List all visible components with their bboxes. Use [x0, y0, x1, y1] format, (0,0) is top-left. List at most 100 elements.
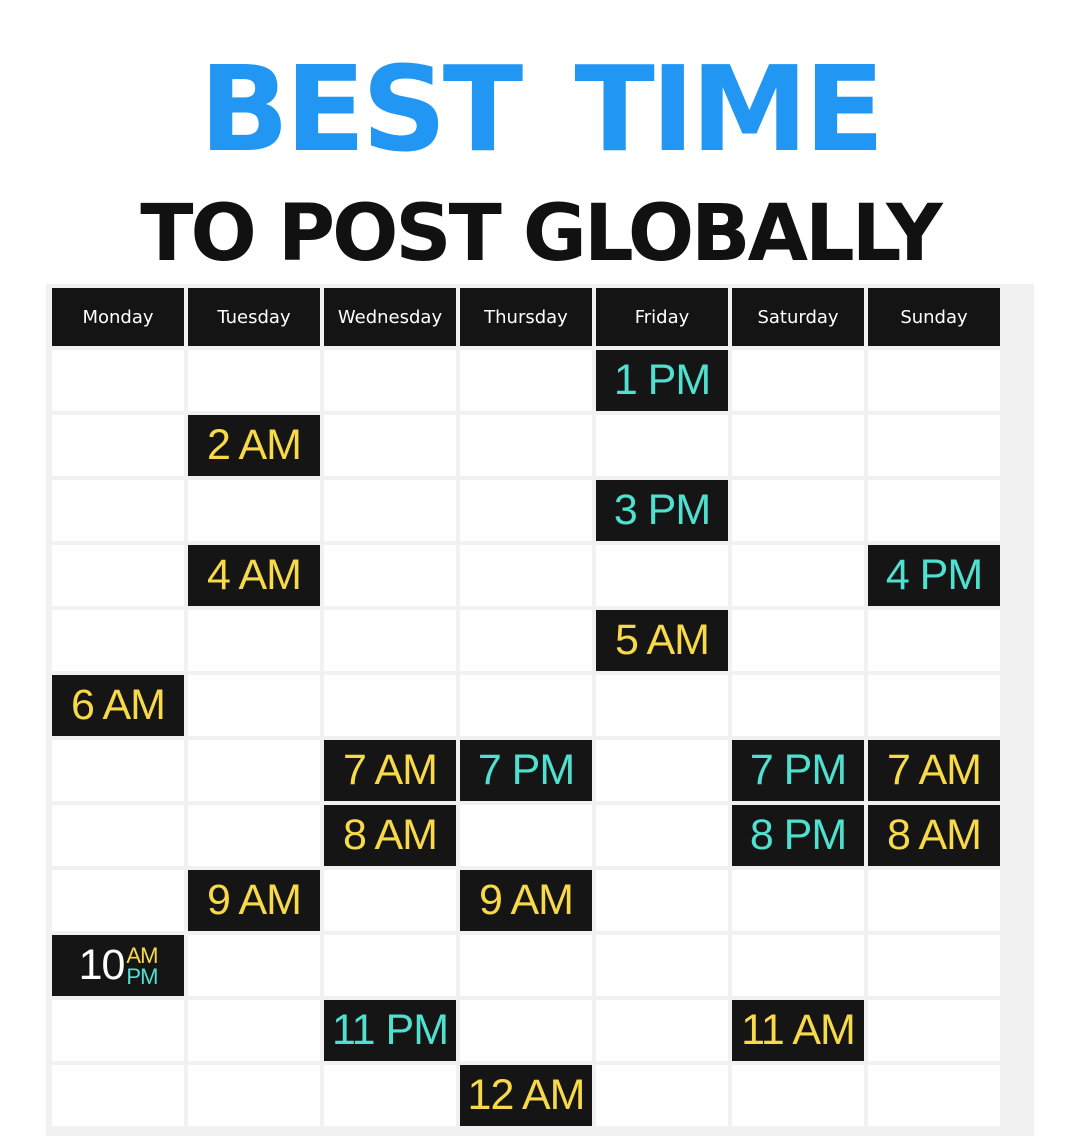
- empty-cell: [188, 935, 320, 996]
- empty-cell: [460, 805, 592, 866]
- time-slot-label: 9 AM: [479, 876, 574, 924]
- empty-cell: [52, 545, 184, 606]
- time-slot-cell: 9 AM: [188, 870, 320, 931]
- empty-cell: [732, 610, 864, 671]
- empty-cell: [188, 610, 320, 671]
- empty-cell: [188, 805, 320, 866]
- empty-cell: [732, 935, 864, 996]
- empty-cell: [324, 415, 456, 476]
- empty-cell: [596, 805, 728, 866]
- empty-cell: [596, 1065, 728, 1126]
- empty-cell: [52, 870, 184, 931]
- empty-cell: [460, 545, 592, 606]
- empty-cell: [868, 1065, 1000, 1126]
- time-slot-cell: 7 AM: [324, 740, 456, 801]
- schedule-grid: Monday Tuesday Wednesday Thursday Friday…: [52, 288, 1000, 1126]
- time-slot-label: 9 AM: [207, 876, 302, 924]
- empty-cell: [732, 350, 864, 411]
- header-wednesday: Wednesday: [324, 288, 456, 346]
- header-sunday: Sunday: [868, 288, 1000, 346]
- empty-cell: [596, 415, 728, 476]
- time-slot-label: 11 PM: [331, 1006, 449, 1054]
- empty-cell: [52, 610, 184, 671]
- time-slot-cell: 6 AM: [52, 675, 184, 736]
- empty-cell: [460, 1000, 592, 1061]
- empty-cell: [732, 675, 864, 736]
- empty-cell: [868, 610, 1000, 671]
- empty-cell: [52, 350, 184, 411]
- time-slot-cell: 10 AM PM: [52, 935, 184, 996]
- header-saturday: Saturday: [732, 288, 864, 346]
- empty-cell: [460, 610, 592, 671]
- empty-cell: [596, 935, 728, 996]
- time-slot-label: 7 AM: [343, 746, 438, 794]
- empty-cell: [324, 1065, 456, 1126]
- time-slot-label-am-pm: 10 AM PM: [78, 941, 159, 989]
- time-slot-label: 4 AM: [207, 551, 302, 599]
- empty-cell: [732, 415, 864, 476]
- empty-cell: [460, 350, 592, 411]
- time-slot-cell: 1 PM: [596, 350, 728, 411]
- time-slot-label: 7 PM: [477, 746, 575, 794]
- time-slot-label: 1 PM: [613, 356, 711, 404]
- empty-cell: [868, 1000, 1000, 1061]
- empty-cell: [596, 870, 728, 931]
- empty-cell: [868, 935, 1000, 996]
- empty-cell: [460, 480, 592, 541]
- header-friday: Friday: [596, 288, 728, 346]
- empty-cell: [460, 415, 592, 476]
- empty-cell: [324, 870, 456, 931]
- empty-cell: [460, 935, 592, 996]
- time-slot-label: 2 AM: [207, 421, 302, 469]
- am-pm-stack: AM PM: [126, 942, 158, 987]
- time-slot-cell: 3 PM: [596, 480, 728, 541]
- time-slot-label: 12 AM: [467, 1071, 586, 1119]
- empty-cell: [52, 1065, 184, 1126]
- empty-cell: [324, 675, 456, 736]
- time-slot-label: 3 PM: [613, 486, 711, 534]
- empty-cell: [460, 675, 592, 736]
- time-slot-cell: 12 AM: [460, 1065, 592, 1126]
- time-slot-cell: 7 PM: [732, 740, 864, 801]
- empty-cell: [324, 935, 456, 996]
- time-slot-label: 8 AM: [887, 811, 982, 859]
- empty-cell: [868, 675, 1000, 736]
- time-slot-cell: 7 AM: [868, 740, 1000, 801]
- empty-cell: [324, 480, 456, 541]
- time-slot-label: 8 AM: [343, 811, 438, 859]
- empty-cell: [52, 805, 184, 866]
- empty-cell: [188, 480, 320, 541]
- header-thursday: Thursday: [460, 288, 592, 346]
- time-slot-label: 5 AM: [615, 616, 710, 664]
- empty-cell: [732, 870, 864, 931]
- time-slot-cell: 11 AM: [732, 1000, 864, 1061]
- empty-cell: [324, 350, 456, 411]
- empty-cell: [188, 1000, 320, 1061]
- empty-cell: [732, 480, 864, 541]
- time-slot-cell: 4 AM: [188, 545, 320, 606]
- schedule-table: Monday Tuesday Wednesday Thursday Friday…: [46, 284, 1034, 1136]
- empty-cell: [324, 610, 456, 671]
- time-slot-label: 6 AM: [71, 681, 166, 729]
- header-monday: Monday: [52, 288, 184, 346]
- time-slot-cell: 9 AM: [460, 870, 592, 931]
- title-to-post-globally: TO POST GLOBALLY: [140, 189, 943, 279]
- time-slot-hour: 10: [78, 941, 126, 989]
- time-slot-label: 7 AM: [887, 746, 982, 794]
- title-best-time: BEST TIME: [199, 40, 885, 178]
- empty-cell: [188, 350, 320, 411]
- am-label: AM: [126, 942, 158, 968]
- time-slot-cell: 8 AM: [324, 805, 456, 866]
- time-slot-label: 4 PM: [885, 551, 983, 599]
- empty-cell: [188, 1065, 320, 1126]
- time-slot-label: 11 AM: [741, 1006, 856, 1054]
- empty-cell: [324, 545, 456, 606]
- time-slot-cell: 8 AM: [868, 805, 1000, 866]
- time-slot-cell: 8 PM: [732, 805, 864, 866]
- time-slot-cell: 11 PM: [324, 1000, 456, 1061]
- empty-cell: [188, 675, 320, 736]
- empty-cell: [188, 740, 320, 801]
- empty-cell: [732, 545, 864, 606]
- empty-cell: [52, 1000, 184, 1061]
- time-slot-label: 8 PM: [749, 811, 847, 859]
